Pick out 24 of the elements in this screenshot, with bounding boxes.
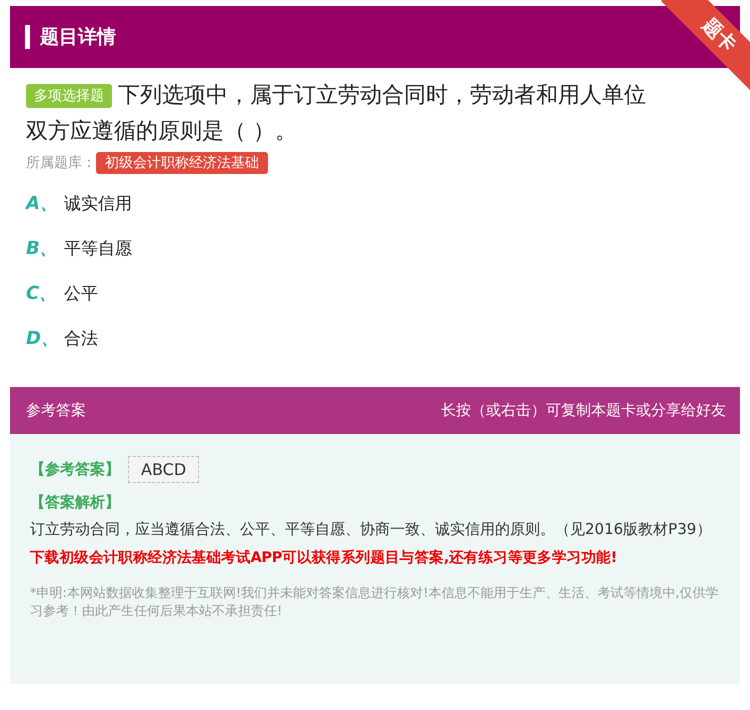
section-title: 题目详情	[40, 25, 116, 50]
title-accent-bar	[25, 25, 30, 49]
question-type-badge: 多项选择题	[26, 84, 112, 108]
bank-tag[interactable]: 初级会计职称经济法基础	[96, 152, 268, 174]
analysis-text: 订立劳动合同，应当遵循合法、公平、平等自愿、协商一致、诚实信用的原则。（见2016版教材P39）	[30, 519, 712, 540]
option-text: 公平	[64, 282, 98, 304]
answer-bar-title: 参考答案	[26, 401, 86, 420]
option-letter: C、	[26, 282, 58, 305]
option-letter: A、	[26, 192, 59, 215]
disclaimer-text: *申明:本网站数据收集整理于互联网!我们并未能对答案信息进行核对!本信息不能用于生产、生活、考试等情境中,仅供学习参考！由此产生任何后果本站不承担责任!	[30, 585, 720, 621]
answer-label: 【参考答案】	[30, 460, 120, 479]
option-letter: D、	[26, 327, 60, 350]
bank-label: 所属题库：	[26, 154, 96, 172]
option-text: 合法	[64, 328, 98, 350]
promo-text: 下载初级会计职称经济法基础考试APP可以获得系列题目与答案,还有练习等更多学习功能!	[30, 548, 618, 567]
question-text: 下列选项中，属于订立劳动合同时，劳动者和用人单位	[118, 82, 646, 110]
analysis-label: 【答案解析】	[30, 493, 121, 512]
answer-value: ABCD	[128, 456, 200, 483]
option-text: 诚实信用	[64, 192, 132, 214]
ribbon-label: 题卡	[696, 12, 742, 58]
share-hint: 长按（或右击）可复制本题卡或分享给好友	[441, 401, 726, 420]
question-text: 双方应遵循的原则是（ ）。	[26, 119, 297, 144]
option-letter: B、	[26, 237, 59, 260]
option-text: 平等自愿	[64, 238, 132, 260]
